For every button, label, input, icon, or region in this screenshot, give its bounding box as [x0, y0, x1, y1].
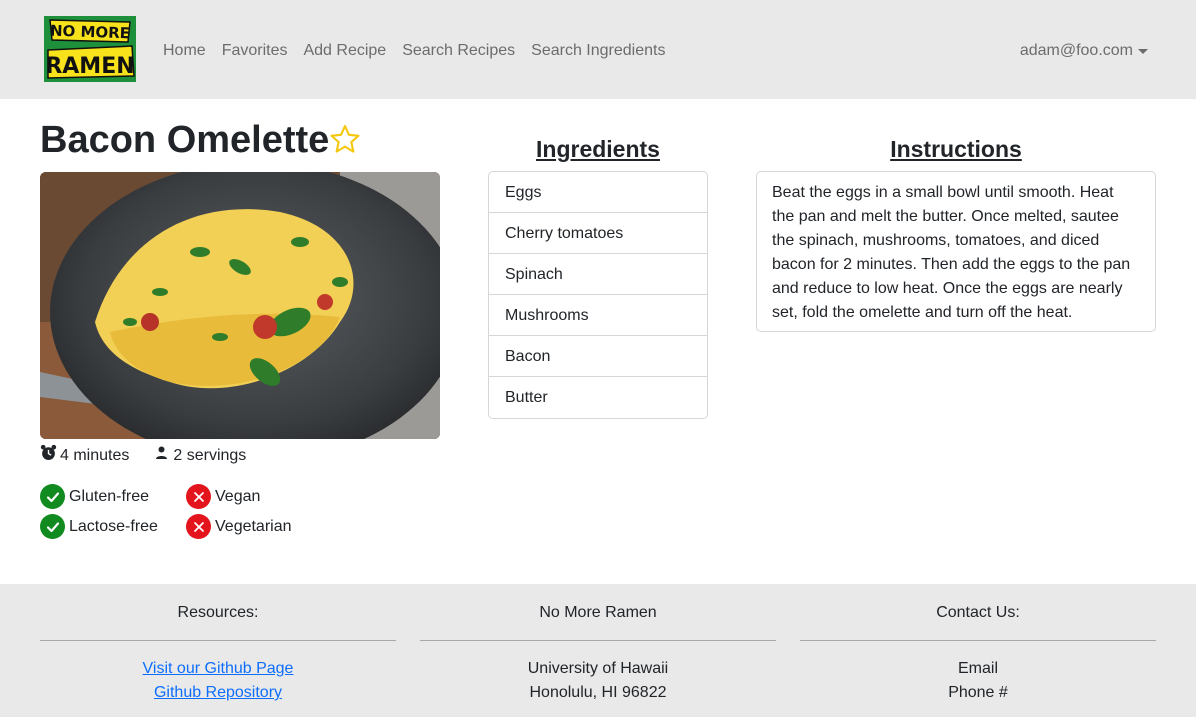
diet-label: Vegetarian: [215, 517, 292, 535]
github-page-link[interactable]: Visit our Github Page: [143, 660, 294, 677]
nav-links: Home Favorites Add Recipe Search Recipes…: [155, 40, 673, 62]
address-line-1: University of Hawaii: [527, 660, 669, 677]
ingredient-item: Bacon: [489, 336, 707, 377]
prep-time-text: 4 minutes: [60, 447, 130, 464]
person-icon: [153, 445, 173, 468]
instructions-text: Beat the eggs in a small bowl until smoo…: [756, 171, 1156, 332]
favorite-star-icon[interactable]: [328, 123, 364, 157]
diet-vegetarian: Vegetarian: [186, 514, 292, 539]
divider: [40, 640, 396, 641]
nav-home[interactable]: Home: [155, 40, 214, 62]
diet-lactose-free: Lactose-free: [40, 514, 158, 539]
contact-phone: Phone #: [948, 684, 1008, 701]
diet-gluten-free: Gluten-free: [40, 484, 149, 509]
contact-email: Email: [957, 660, 998, 677]
diet-vegan: Vegan: [186, 484, 260, 509]
check-icon: [40, 514, 65, 539]
recipe-meta: 4 minutes 2 servings: [40, 444, 270, 468]
nav-favorites[interactable]: Favorites: [214, 40, 296, 62]
footer-resources-heading: Resources:: [177, 604, 259, 621]
chevron-down-icon: [1138, 48, 1148, 54]
ingredient-item: Eggs: [489, 172, 707, 213]
diet-label: Gluten-free: [69, 487, 150, 505]
divider: [800, 640, 1156, 641]
ingredients-heading: Ingredients: [536, 136, 660, 162]
github-repo-link[interactable]: Github Repository: [154, 684, 282, 701]
footer: Resources: Visit our Github Page Github …: [0, 584, 1196, 717]
check-icon: [40, 484, 65, 509]
diet-label: Lactose-free: [69, 517, 158, 535]
instructions-heading: Instructions: [890, 136, 1022, 162]
alarm-clock-icon: [40, 444, 60, 468]
address-line-2: Honolulu, HI 96822: [529, 684, 667, 701]
x-icon: [186, 484, 211, 509]
user-email: adam@foo.com: [1019, 42, 1133, 59]
nav-search-ingredients[interactable]: Search Ingredients: [523, 40, 673, 62]
nav-search-recipes[interactable]: Search Recipes: [394, 40, 523, 62]
prep-time: 4 minutes: [40, 444, 129, 468]
ingredient-item: Spinach: [489, 254, 707, 295]
ingredient-item: Mushrooms: [489, 295, 707, 336]
servings-text: 2 servings: [173, 447, 247, 464]
user-dropdown[interactable]: adam@foo.com: [1020, 40, 1148, 62]
diet-label: Vegan: [215, 487, 261, 505]
navbar: NO MORE RAMEN Home Favorites Add Recipe …: [0, 0, 1196, 99]
svg-text:NO MORE: NO MORE: [50, 22, 131, 43]
footer-about-heading: No More Ramen: [539, 604, 657, 621]
ingredient-item: Cherry tomatoes: [489, 213, 707, 254]
recipe-photo: [40, 172, 440, 439]
logo[interactable]: NO MORE RAMEN: [42, 14, 138, 84]
svg-text:RAMEN: RAMEN: [45, 54, 134, 79]
recipe-title: Bacon Omelette: [40, 119, 330, 161]
ingredients-list: Eggs Cherry tomatoes Spinach Mushrooms B…: [488, 171, 708, 419]
divider: [420, 640, 776, 641]
ingredient-item: Butter: [505, 389, 548, 406]
x-icon: [186, 514, 211, 539]
servings: 2 servings: [153, 445, 246, 468]
nav-add-recipe[interactable]: Add Recipe: [295, 40, 394, 62]
footer-contact-heading: Contact Us:: [936, 604, 1020, 621]
